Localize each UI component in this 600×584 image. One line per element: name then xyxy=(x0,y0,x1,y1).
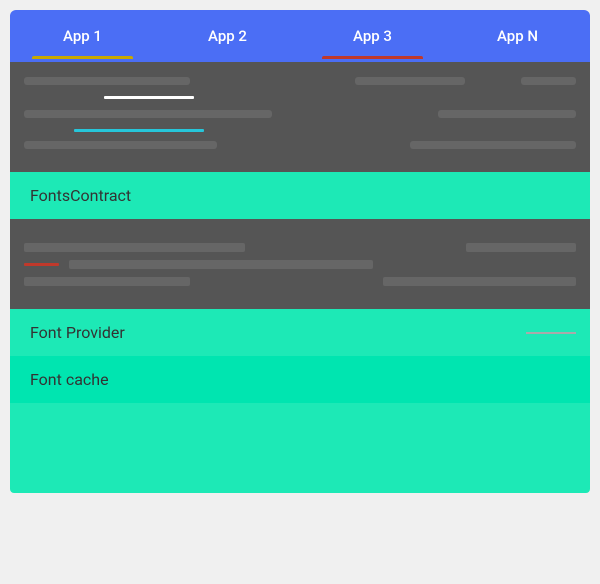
tab-appN[interactable]: App N xyxy=(445,13,590,59)
font-provider-label: Font Provider xyxy=(30,323,125,342)
app-internals-section xyxy=(10,62,590,172)
font-provider-box: Font Provider xyxy=(10,309,590,356)
fonts-contract-label: FontsContract xyxy=(30,186,131,205)
tab-app1[interactable]: App 1 xyxy=(10,13,155,59)
tab-app2[interactable]: App 2 xyxy=(155,13,300,59)
app-bar: App 1 App 2 App 3 App N xyxy=(10,10,590,62)
bottom-section xyxy=(10,403,590,493)
font-cache-label: Font cache xyxy=(30,370,109,389)
fonts-contract-box: FontsContract xyxy=(10,172,590,219)
tab-app3[interactable]: App 3 xyxy=(300,13,445,59)
middle-dark-section xyxy=(10,219,590,309)
font-cache-box: Font cache xyxy=(10,356,590,403)
diagram-container: App 1 App 2 App 3 App N xyxy=(10,10,590,493)
